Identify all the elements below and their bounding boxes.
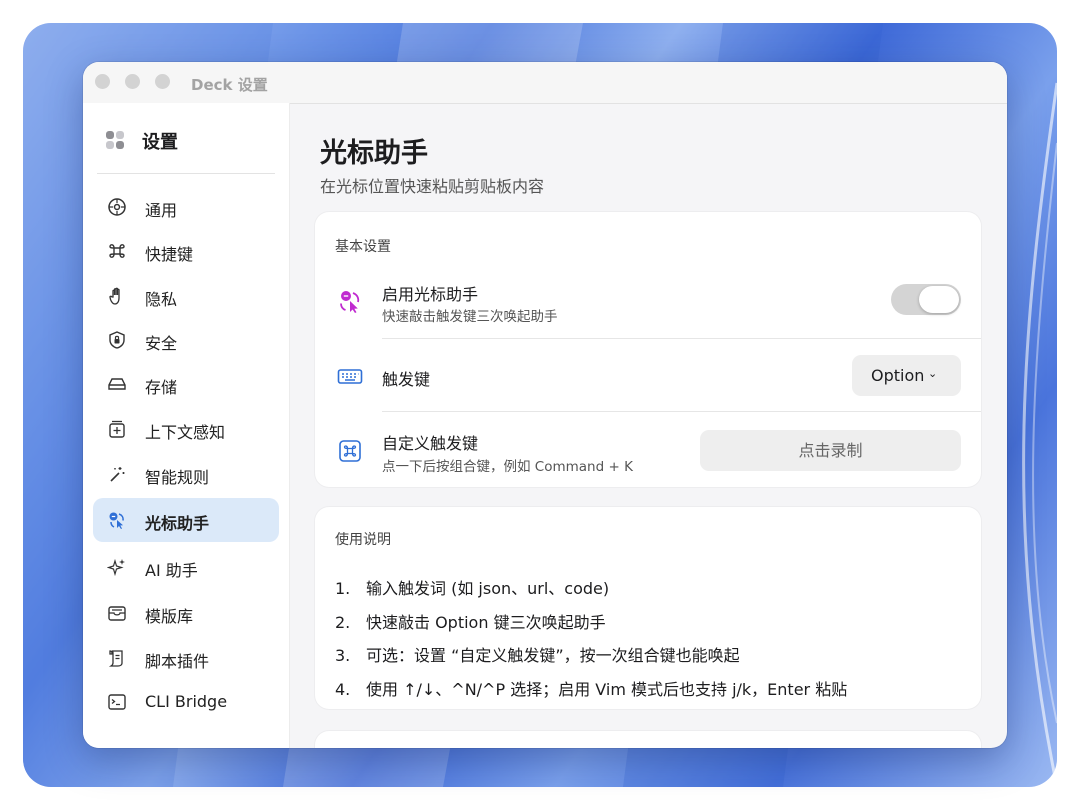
usage-step: 4. 使用 ↑/↓、^N/^P 选择；启用 Vim 模式后也支持 j/k，Ente… [335,676,847,700]
sidebar-item-script-plugins[interactable]: 脚本插件 [93,636,279,680]
sidebar-item-label: 安全 [145,334,178,353]
command-key-icon [339,440,361,462]
sidebar-item-label: 脚本插件 [145,652,210,671]
script-icon [108,650,123,667]
minimize-window-button[interactable] [125,74,140,89]
close-window-button[interactable] [95,74,110,89]
sidebar-item-label: 通用 [145,201,178,220]
keyboard-icon [337,369,363,384]
sidebar-title: 设置 [142,132,178,153]
sidebar-item-shortcuts[interactable]: 快捷键 [93,229,279,273]
section-heading: 使用说明 [335,532,391,548]
section-heading: 基本设置 [335,239,391,255]
sidebar-item-label: 快捷键 [145,245,194,264]
usage-step: 2. 快速敲击 Option 键三次唤起助手 [335,609,606,633]
usage-card: 使用说明 1. 输入触发词 (如 json、url、code) 2. 快速敲击 Op… [315,507,981,709]
trigger-key-select[interactable]: Option ⌄ [852,355,961,396]
next-card [315,731,981,748]
usage-step: 1. 输入触发词 (如 json、url、code) [335,575,609,599]
sidebar-item-security[interactable]: 安全 [93,318,279,362]
context-icon [109,420,125,438]
gear-icon [108,198,126,216]
step-number: 4. [335,680,351,699]
sidebar-item-cursor-assistant[interactable]: 光标助手 [93,498,279,542]
step-text: 输入触发词 (如 json、url、code) [366,579,610,598]
trigger-key-value: Option [871,366,925,385]
step-text: 快速敲击 Option 键三次唤起助手 [366,613,606,632]
chevron-down-icon: ⌄ [928,367,938,380]
step-number: 2. [335,613,351,632]
step-text: 可选：设置 “自定义触发键”，按一次组合键也能唤起 [366,646,740,665]
sidebar-item-context[interactable]: 上下文感知 [93,407,279,451]
settings-app-icon [106,131,124,149]
magic-wand-icon [110,467,125,482]
shield-lock-icon [109,331,125,349]
toggle-knob [919,286,959,313]
usage-step: 3. 可选：设置 “自定义触发键”，按一次组合键也能唤起 [335,642,740,666]
sidebar-item-label: CLI Bridge [145,692,228,711]
sparkles-icon [107,558,125,577]
sidebar-item-label: 模版库 [145,607,194,626]
sidebar-divider [97,173,275,174]
window-title: Deck 设置 [191,76,268,94]
record-shortcut-button[interactable]: 点击录制 [700,430,961,471]
sidebar-item-label: 存储 [145,378,178,397]
sidebar: 设置 通用 快捷键 隐私 安全 存储 上下文感知 智能规则 光标助手 AI 助手… [83,103,290,748]
trigger-key-title: 触发键 [382,370,431,389]
hand-icon [109,287,120,305]
content-pane: 光标助手 在光标位置快速粘贴剪贴板内容 基本设置 启用光标助手 快速敲击触发键三… [290,103,1007,748]
row-separator [382,338,981,339]
sidebar-item-label: 上下文感知 [145,423,226,442]
cursor-assistant-icon [340,291,360,313]
basic-settings-card: 基本设置 启用光标助手 快速敲击触发键三次唤起助手 触发键 Option ⌄ 自… [315,212,981,487]
sidebar-item-label: 智能规则 [145,468,210,487]
step-number: 1. [335,579,351,598]
sidebar-item-label: 隐私 [145,290,178,309]
step-number: 3. [335,646,351,665]
drive-icon [108,378,126,390]
title-bar[interactable]: Deck 设置 [83,62,1007,104]
page-title: 光标助手 [320,138,428,169]
sidebar-item-cli-bridge[interactable]: CLI Bridge [93,680,279,724]
custom-trigger-title: 自定义触发键 [382,434,479,453]
enable-title: 启用光标助手 [382,285,479,304]
row-separator [382,411,981,412]
sidebar-item-privacy[interactable]: 隐私 [93,274,279,318]
enable-cursor-assistant-toggle[interactable] [891,284,961,315]
command-icon [109,244,125,258]
tray-icon [108,606,126,621]
enable-description: 快速敲击触发键三次唤起助手 [382,309,558,325]
sidebar-item-label: AI 助手 [145,561,198,580]
sidebar-item-general[interactable]: 通用 [93,185,279,229]
sidebar-item-ai-assistant[interactable]: AI 助手 [93,545,279,589]
sidebar-item-storage[interactable]: 存储 [93,362,279,406]
sidebar-item-smart-rules[interactable]: 智能规则 [93,452,279,496]
sidebar-item-templates[interactable]: 模版库 [93,591,279,635]
custom-trigger-description: 点一下后按组合键，例如 Command + K [382,459,633,475]
sidebar-item-label: 光标助手 [145,514,210,533]
step-text: 使用 ↑/↓、^N/^P 选择；启用 Vim 模式后也支持 j/k，Enter … [366,680,848,699]
settings-window: Deck 设置 设置 通用 快捷键 隐私 安全 存储 上下文感知 智能规则 光标… [83,62,1007,748]
zoom-window-button[interactable] [155,74,170,89]
terminal-icon [108,694,126,710]
page-subtitle: 在光标位置快速粘贴剪贴板内容 [320,177,545,196]
cursor-assistant-icon [109,512,124,529]
